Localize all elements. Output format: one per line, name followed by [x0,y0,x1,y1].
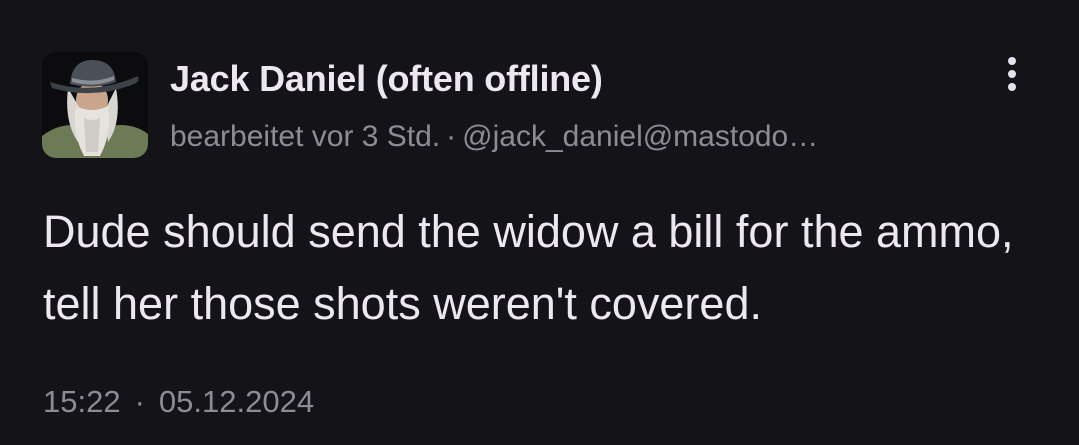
post-date: 05.12.2024 [158,384,315,419]
meta-separator: · [446,120,457,153]
post-time: 15:22 [43,384,121,419]
more-options-button[interactable] [996,52,1028,96]
post-footer: 15:22 · 05.12.2024 [43,384,314,420]
post-content: Dude should send the widow a bill for th… [43,206,1014,329]
display-name[interactable]: Jack Daniel (often offline) [170,58,603,100]
post-card: Jack Daniel (often offline) bearbeitet v… [0,0,1079,445]
more-vertical-icon [1008,57,1016,91]
edited-label: bearbeitet vor 3 Std. [170,120,441,153]
user-handle[interactable]: @jack_daniel@mastodo… [462,120,818,153]
avatar[interactable] [42,52,148,158]
avatar-image [42,52,148,158]
post-meta: bearbeitet vor 3 Std. · @jack_daniel@masto… [170,120,960,154]
footer-separator: · [134,384,145,419]
